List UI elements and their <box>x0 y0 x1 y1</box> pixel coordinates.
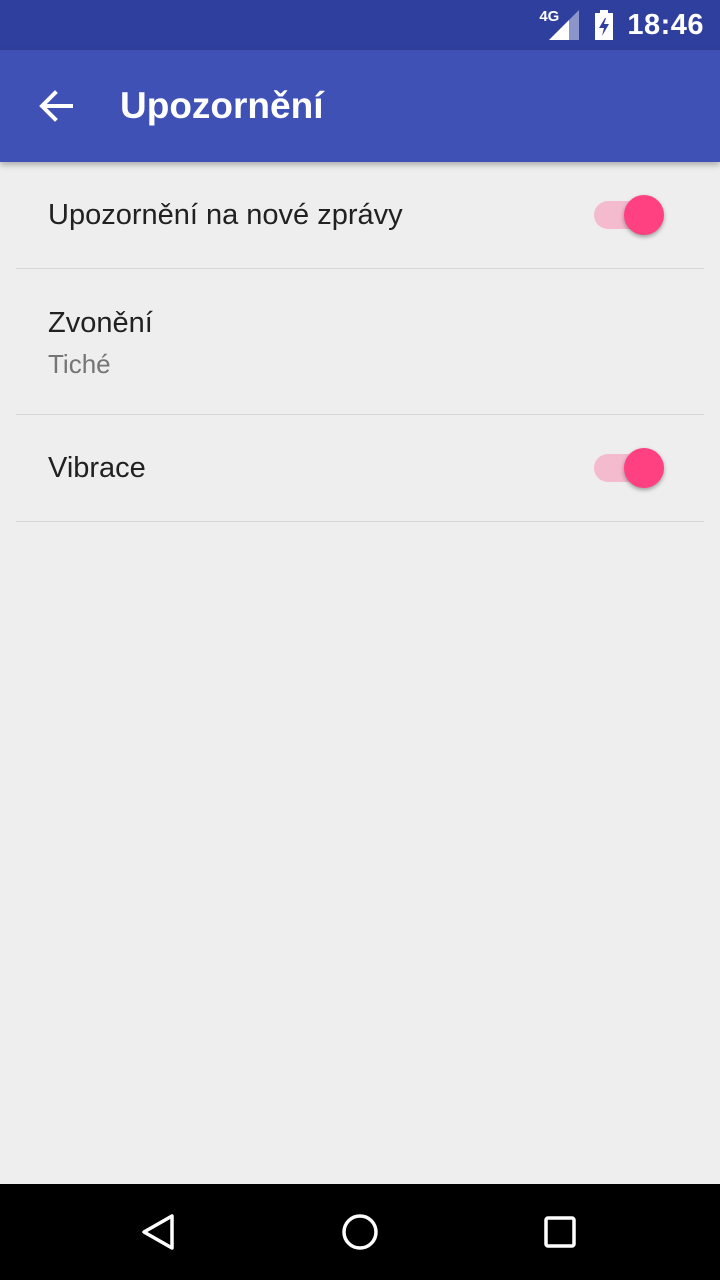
back-triangle-icon <box>142 1214 174 1250</box>
clock: 18:46 <box>627 8 704 41</box>
back-button[interactable] <box>24 74 88 138</box>
new-message-notifications-switch[interactable] <box>594 195 664 235</box>
nav-recents-button[interactable] <box>530 1202 590 1262</box>
setting-summary: Tiché <box>48 349 111 379</box>
recents-square-icon <box>544 1216 576 1248</box>
status-icons: 4G 18:46 <box>539 0 704 50</box>
navigation-bar <box>0 1184 720 1280</box>
app-bar: Upozornění <box>0 50 720 162</box>
page-title: Upozornění <box>120 85 324 126</box>
network-type-label: 4G <box>539 7 560 25</box>
settings-list: Upozornění na nové zprávy Zvonění Tiché … <box>0 162 720 522</box>
home-circle-icon <box>342 1214 378 1250</box>
setting-label: Zvonění <box>48 307 153 339</box>
arrow-back-icon <box>39 90 73 122</box>
nav-back-button[interactable] <box>130 1202 190 1262</box>
switch-thumb <box>624 195 664 235</box>
switch-thumb <box>624 448 664 488</box>
vibration-switch[interactable] <box>594 448 664 488</box>
setting-label: Upozornění na nové zprávy <box>48 199 403 231</box>
setting-new-message-notifications[interactable]: Upozornění na nové zprávy <box>0 162 720 269</box>
setting-label: Vibrace <box>48 452 146 484</box>
battery-charging-icon <box>595 10 614 40</box>
setting-ringtone[interactable]: Zvonění Tiché <box>0 269 720 415</box>
status-bar: 4G 18:46 <box>0 0 720 50</box>
divider <box>16 521 704 522</box>
nav-home-button[interactable] <box>330 1202 390 1262</box>
setting-vibration[interactable]: Vibrace <box>0 415 720 522</box>
